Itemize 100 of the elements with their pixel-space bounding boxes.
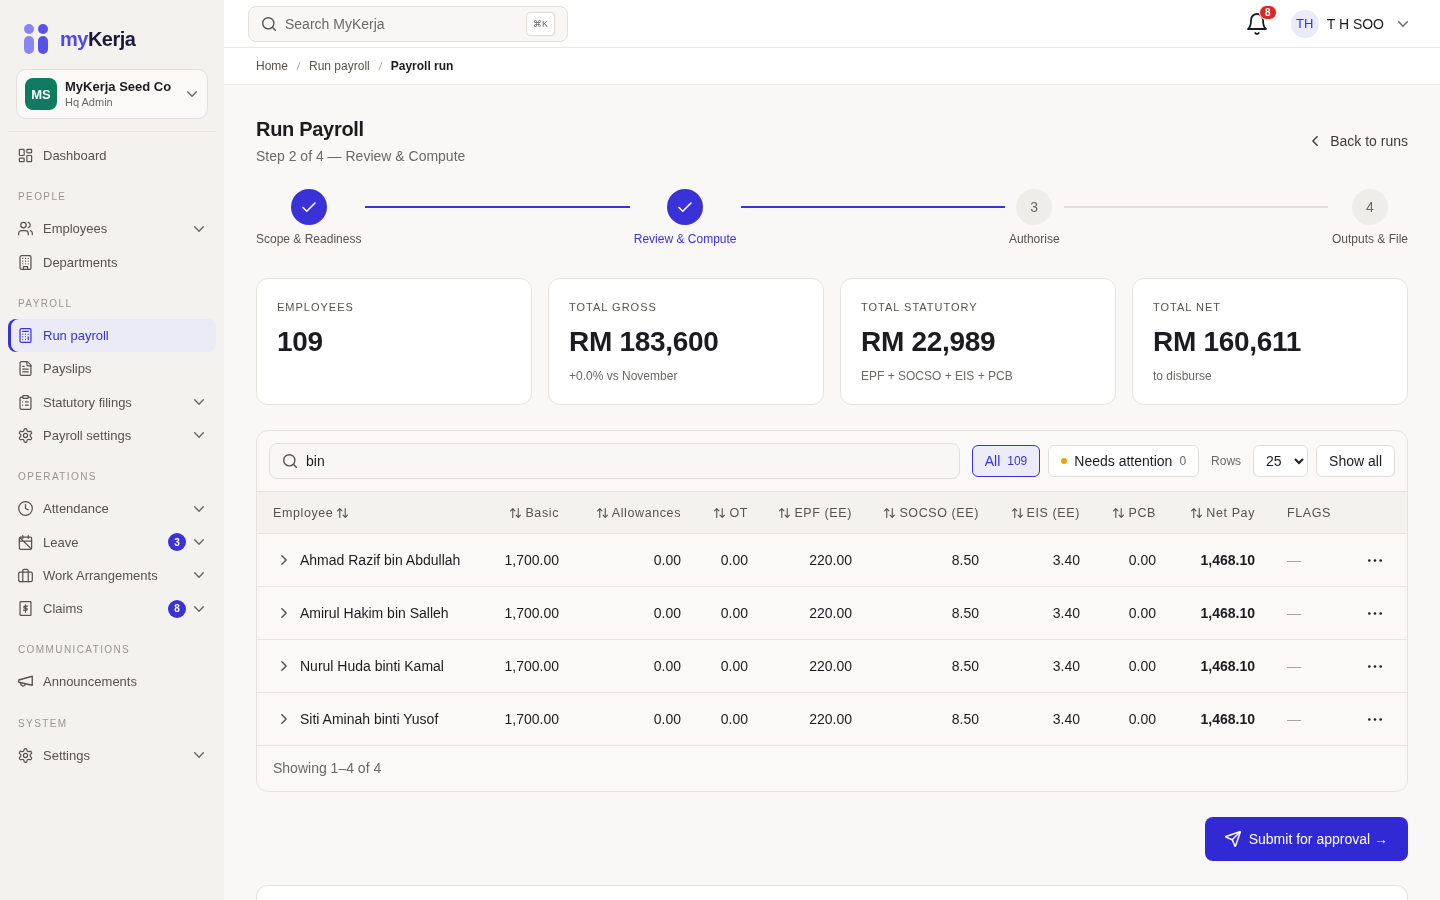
table-cell-text: 3.40: [1052, 658, 1081, 674]
card-note: +0.0% vs November: [569, 368, 679, 384]
slash-separator-icon: [296, 61, 301, 71]
chevron-down-icon: [187, 91, 197, 97]
chevron-down-icon: [1398, 20, 1408, 27]
step-label: Review & Compute: [633, 231, 737, 247]
user-avatar: TH: [1290, 9, 1319, 38]
column-header[interactable]: Allowances: [575, 505, 697, 520]
column-header[interactable]: EPF (EE): [764, 505, 868, 520]
table-cell-text: 8.50: [951, 552, 980, 568]
more-icon[interactable]: [1368, 611, 1382, 615]
page-subtitle: Step 2 of 4 — Review & Compute: [256, 147, 466, 166]
card-value: 109: [277, 325, 324, 359]
back-link[interactable]: Back to runs: [1312, 133, 1408, 149]
table-cell-text: 220.00: [809, 658, 853, 674]
rows-select[interactable]: 25: [1253, 445, 1309, 477]
filter-chip[interactable]: All 109: [971, 445, 1041, 477]
nav-item[interactable]: Claims 8: [8, 591, 216, 626]
card-value: RM 22,989: [861, 325, 997, 359]
table-cell-text: 1,468.10: [1200, 552, 1256, 568]
table-cell-text: 3.40: [1052, 605, 1081, 621]
chevron-right-icon[interactable]: [281, 608, 287, 618]
search-icon: [262, 16, 276, 31]
nav-item[interactable]: Leave 3: [8, 525, 216, 559]
step-label: Scope & Readiness: [256, 231, 362, 247]
column-header[interactable]: Employee: [257, 505, 480, 520]
nav-item[interactable]: Employees: [8, 212, 216, 246]
step-label: Authorise: [1008, 231, 1060, 247]
card-value: RM 160,611: [1153, 325, 1302, 359]
nav-item[interactable]: Attendance: [8, 492, 216, 526]
nav-item[interactable]: Work Arrangements: [8, 558, 216, 592]
column-header: FLAGS: [1286, 505, 1332, 520]
column-header[interactable]: Net Pay: [1172, 505, 1271, 520]
count-badge: 3: [168, 533, 186, 551]
more-icon[interactable]: [1368, 717, 1382, 721]
nav-item[interactable]: Payroll settings: [8, 418, 216, 453]
page-title: Run Payroll: [256, 117, 365, 142]
table-cell-text: 0.00: [653, 658, 682, 674]
table-cell-text: 0.00: [653, 552, 682, 568]
table-cell-text: 0.00: [653, 605, 682, 621]
table-cell-text: 3.40: [1052, 552, 1081, 568]
search-icon: [283, 454, 297, 468]
table-cell-text: 1,468.10: [1200, 605, 1256, 621]
breadcrumb-link[interactable]: Run payroll: [309, 59, 370, 73]
submit-button[interactable]: Submit for approval →: [1204, 817, 1408, 861]
count-badge: 8: [168, 599, 186, 618]
card-note: EPF + SOCSO + EIS + PCB: [861, 368, 1014, 384]
employee-name: Nurul Huda binti Kamal: [300, 658, 444, 674]
table-cell-text: 0.00: [653, 711, 682, 727]
column-header[interactable]: PCB: [1096, 505, 1172, 520]
column-header[interactable]: EIS (EE): [995, 505, 1096, 520]
card-label: TOTAL GROSS: [569, 300, 658, 314]
chevron-right-icon[interactable]: [281, 661, 287, 671]
table-cell-text: 0.00: [720, 605, 749, 621]
table-cell-text: 0.00: [720, 711, 749, 727]
chevron-right-icon[interactable]: [281, 714, 287, 724]
section-heading: COMMUNICATIONS: [17, 643, 132, 658]
column-header[interactable]: Basic: [480, 505, 575, 520]
section-heading: PEOPLE: [17, 190, 68, 205]
table-cell-text: 0.00: [1128, 552, 1157, 568]
show-all-button[interactable]: Show all: [1316, 445, 1395, 477]
table-cell-text: 1,700.00: [504, 658, 560, 674]
nav-item[interactable]: Departments: [8, 245, 216, 279]
table-cell: —: [1287, 711, 1301, 727]
more-icon[interactable]: [1368, 664, 1382, 668]
nav-item[interactable]: Payslips: [8, 352, 216, 386]
search-field[interactable]: bin: [269, 443, 960, 479]
user-menu-button[interactable]: TH T H SOO: [1290, 9, 1408, 38]
table-cell-text: 1,468.10: [1200, 658, 1256, 674]
nav-item[interactable]: Dashboard: [8, 139, 216, 173]
nav-item[interactable]: Announcements: [8, 665, 216, 699]
column-header[interactable]: SOCSO (EE): [868, 505, 995, 520]
section-heading: SYSTEM: [17, 716, 69, 731]
card-value: RM 183,600: [569, 325, 720, 359]
send-icon: [1224, 831, 1241, 847]
table-cell-text: 220.00: [809, 711, 853, 727]
chevron-right-icon[interactable]: [281, 555, 287, 565]
step-number: 4: [1351, 189, 1388, 225]
card-label: EMPLOYEES: [277, 300, 355, 314]
nav-item[interactable]: Statutory filings: [8, 385, 216, 419]
org-switcher[interactable]: MS MyKerja Seed Co Hq Admin: [16, 69, 208, 119]
column-header[interactable]: OT: [697, 505, 764, 520]
table-cell: —: [1287, 552, 1301, 568]
table-cell-text: 0.00: [1128, 711, 1157, 727]
logo-icon: [24, 24, 48, 54]
table-cell-text: 8.50: [951, 658, 980, 674]
table-cell-text: 220.00: [809, 605, 853, 621]
people-icon: [18, 221, 33, 237]
card-note: to disburse: [1153, 368, 1213, 384]
step-label: Outputs & File: [1331, 231, 1408, 247]
table-cell-text: 8.50: [951, 605, 980, 621]
more-icon[interactable]: [1368, 558, 1382, 562]
calculator-icon: [18, 328, 33, 344]
breadcrumb-link[interactable]: Home: [256, 59, 288, 73]
document-icon: [18, 361, 33, 377]
table-cell-text: 1,468.10: [1200, 711, 1256, 727]
notification-badge: 8: [1258, 4, 1277, 20]
nav-item[interactable]: Run payroll: [8, 318, 216, 353]
filter-chip[interactable]: Needs attention 0: [1048, 445, 1200, 477]
nav-item[interactable]: Settings: [8, 738, 216, 772]
